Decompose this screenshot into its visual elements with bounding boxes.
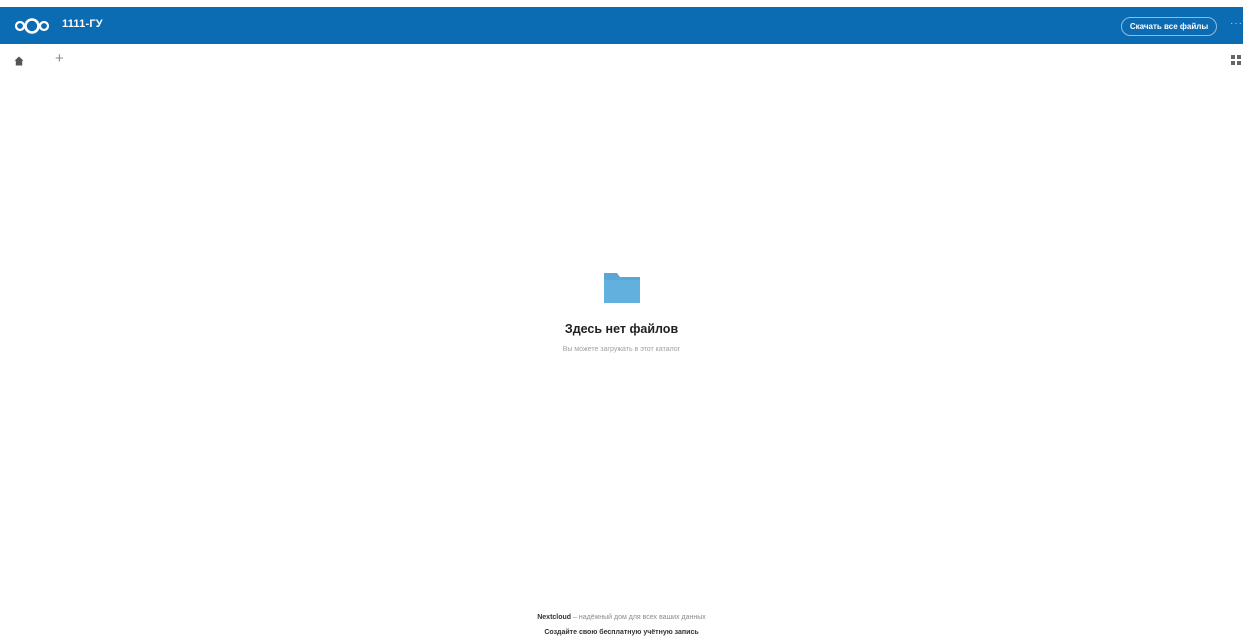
breadcrumb: + <box>0 50 1243 72</box>
empty-title: Здесь нет файлов <box>564 322 679 336</box>
grid-view-icon[interactable] <box>1231 55 1241 65</box>
signup-link[interactable]: Создайте свою бесплатную учётную запись <box>0 629 1243 636</box>
more-options-icon[interactable]: ··· <box>1230 18 1243 29</box>
footer: Nextcloud – надёжный дом для всех ваших … <box>0 614 1243 636</box>
header-bar: 1111-ГУ Скачать все файлы ··· <box>0 7 1243 44</box>
footer-tagline-text: – надёжный дом для всех ваших данных <box>571 614 706 621</box>
footer-tagline: Nextcloud – надёжный дом для всех ваших … <box>0 614 1243 621</box>
empty-subtitle: Вы можете загружать в этот каталог <box>562 346 681 353</box>
download-all-button[interactable]: Скачать все файлы <box>1121 17 1217 36</box>
home-icon[interactable] <box>14 56 24 66</box>
footer-brand-link[interactable]: Nextcloud <box>537 614 571 621</box>
folder-icon <box>603 273 640 303</box>
share-title: 1111-ГУ <box>62 18 103 30</box>
empty-state: Здесь нет файлов Вы можете загружать в э… <box>0 270 1243 353</box>
nextcloud-logo-icon[interactable] <box>14 17 50 35</box>
add-icon[interactable]: + <box>55 51 64 66</box>
